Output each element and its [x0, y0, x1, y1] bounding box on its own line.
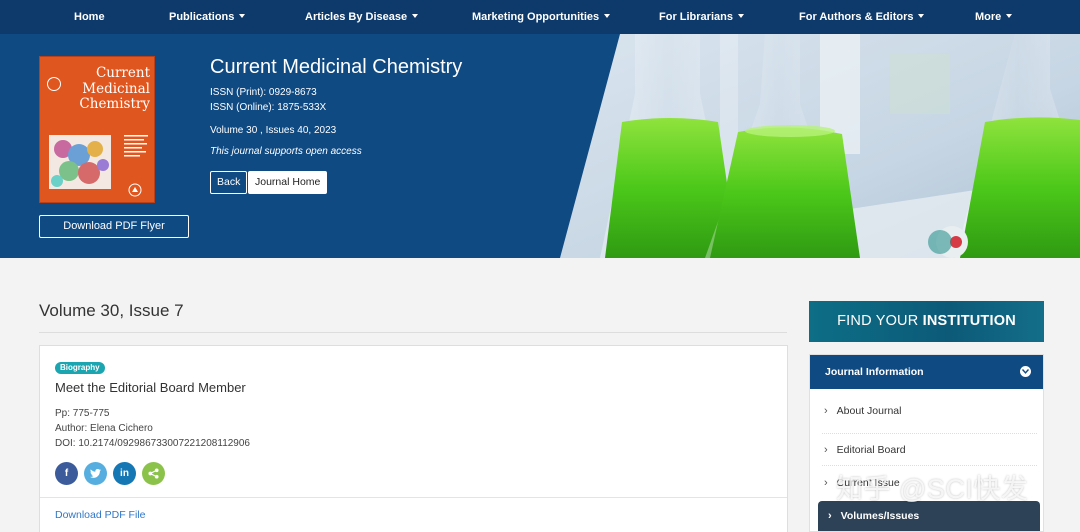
chevron-down-icon [737, 14, 744, 18]
top-navigation: Home Publications Articles By Disease Ma… [0, 0, 1080, 34]
chevron-right-icon: › [824, 405, 828, 417]
publisher-logo-icon [128, 183, 142, 197]
nav-authors-label: For Authors & Editors [799, 11, 914, 23]
nav-articles-by-disease[interactable]: Articles By Disease [305, 11, 419, 23]
nav-for-librarians[interactable]: For Librarians [659, 11, 744, 23]
nav-home-label: Home [74, 11, 105, 23]
linkedin-share-icon[interactable]: in [113, 462, 136, 485]
journal-home-button[interactable]: Journal Home [248, 171, 328, 194]
cover-title: Current Medicinal Chemistry [79, 65, 150, 112]
facebook-share-icon[interactable]: f [55, 462, 78, 485]
share-icon[interactable] [142, 462, 165, 485]
journal-hero-banner: Current Medicinal Chemistry Download PDF… [0, 34, 1080, 258]
cover-seal-icon [47, 77, 61, 91]
nav-librarians-label: For Librarians [659, 11, 733, 23]
nav-for-authors-editors[interactable]: For Authors & Editors [799, 11, 925, 23]
sidebar-item-current-issue[interactable]: › Current Issue [824, 477, 900, 489]
journal-information-panel: Journal Information › About Journal › Edit… [809, 354, 1044, 532]
nav-marketing-label: Marketing Opportunities [472, 11, 600, 23]
chevron-down-icon [918, 14, 925, 18]
lab-flasks-photo [560, 34, 1080, 258]
sidebar-item-label: About Journal [836, 405, 902, 417]
journal-title: Current Medicinal Chemistry [210, 56, 463, 78]
chevron-down-icon [412, 14, 419, 18]
article-pages: Pp: 775-775 [55, 408, 110, 419]
chevron-right-icon: › [824, 444, 828, 456]
sidebar-item-label: Volumes/Issues [840, 510, 920, 522]
nav-publications-label: Publications [169, 11, 235, 23]
cover-molecule-art [49, 135, 111, 189]
chevron-right-icon: › [828, 510, 832, 522]
find-institution-bold: INSTITUTION [922, 313, 1016, 329]
chevron-down-icon [604, 14, 611, 18]
article-doi: DOI: 10.2174/0929867330072212081129​06 [55, 438, 250, 449]
chevron-down-icon [239, 14, 246, 18]
sidebar-divider [822, 465, 1037, 466]
sidebar-item-label: Current Issue [836, 477, 900, 489]
open-access-note: This journal supports open access [210, 146, 362, 157]
article-type-badge: Biography [55, 362, 105, 374]
article-author: Author: Elena Cichero [55, 423, 153, 434]
heading-divider [39, 332, 787, 333]
find-your-institution-button[interactable]: FIND YOUR INSTITUTION [809, 301, 1044, 342]
twitter-share-icon[interactable] [84, 462, 107, 485]
journal-information-header[interactable]: Journal Information [810, 355, 1043, 389]
nav-publications[interactable]: Publications [169, 11, 246, 23]
article-title-link[interactable]: Meet the Editorial Board Member [55, 380, 246, 395]
download-pdf-file-link[interactable]: Download PDF File [55, 509, 145, 521]
volume-info: Volume 30 , Issues 40, 2023 [210, 125, 337, 136]
find-institution-prefix: FIND YOUR [837, 313, 923, 329]
nav-marketing-opportunities[interactable]: Marketing Opportunities [472, 11, 611, 23]
issue-heading: Volume 30, Issue 7 [39, 301, 184, 320]
sidebar-divider [822, 433, 1037, 434]
journal-cover-image: Current Medicinal Chemistry [39, 56, 155, 203]
nav-more-label: More [975, 11, 1002, 23]
nav-articles-label: Articles By Disease [305, 11, 408, 23]
sidebar-item-volumes-issues[interactable]: › Volumes/Issues [818, 501, 1040, 531]
article-card-footer: Download PDF File [40, 497, 787, 532]
sidebar-item-editorial-board[interactable]: › Editorial Board [824, 444, 906, 456]
cover-small-text [124, 135, 150, 176]
issn-print: ISSN (Print): 0929-8673 [210, 87, 317, 98]
issn-online: ISSN (Online): 1875-533X [210, 102, 327, 113]
sidebar-item-label: Editorial Board [836, 444, 906, 456]
article-card: Biography Meet the Editorial Board Membe… [39, 345, 788, 532]
sidebar-item-about-journal[interactable]: › About Journal [824, 405, 901, 417]
main-content: Volume 30, Issue 7 Biography Meet the Ed… [0, 258, 1080, 532]
panel-title: Journal Information [825, 366, 924, 378]
collapse-chevron-icon[interactable] [1020, 366, 1031, 377]
chevron-right-icon: › [824, 477, 828, 489]
download-pdf-flyer-button[interactable]: Download PDF Flyer [39, 215, 189, 238]
back-button[interactable]: Back [210, 171, 248, 194]
nav-more[interactable]: More [975, 11, 1013, 23]
nav-home[interactable]: Home [74, 11, 105, 23]
chevron-down-icon [1006, 14, 1013, 18]
